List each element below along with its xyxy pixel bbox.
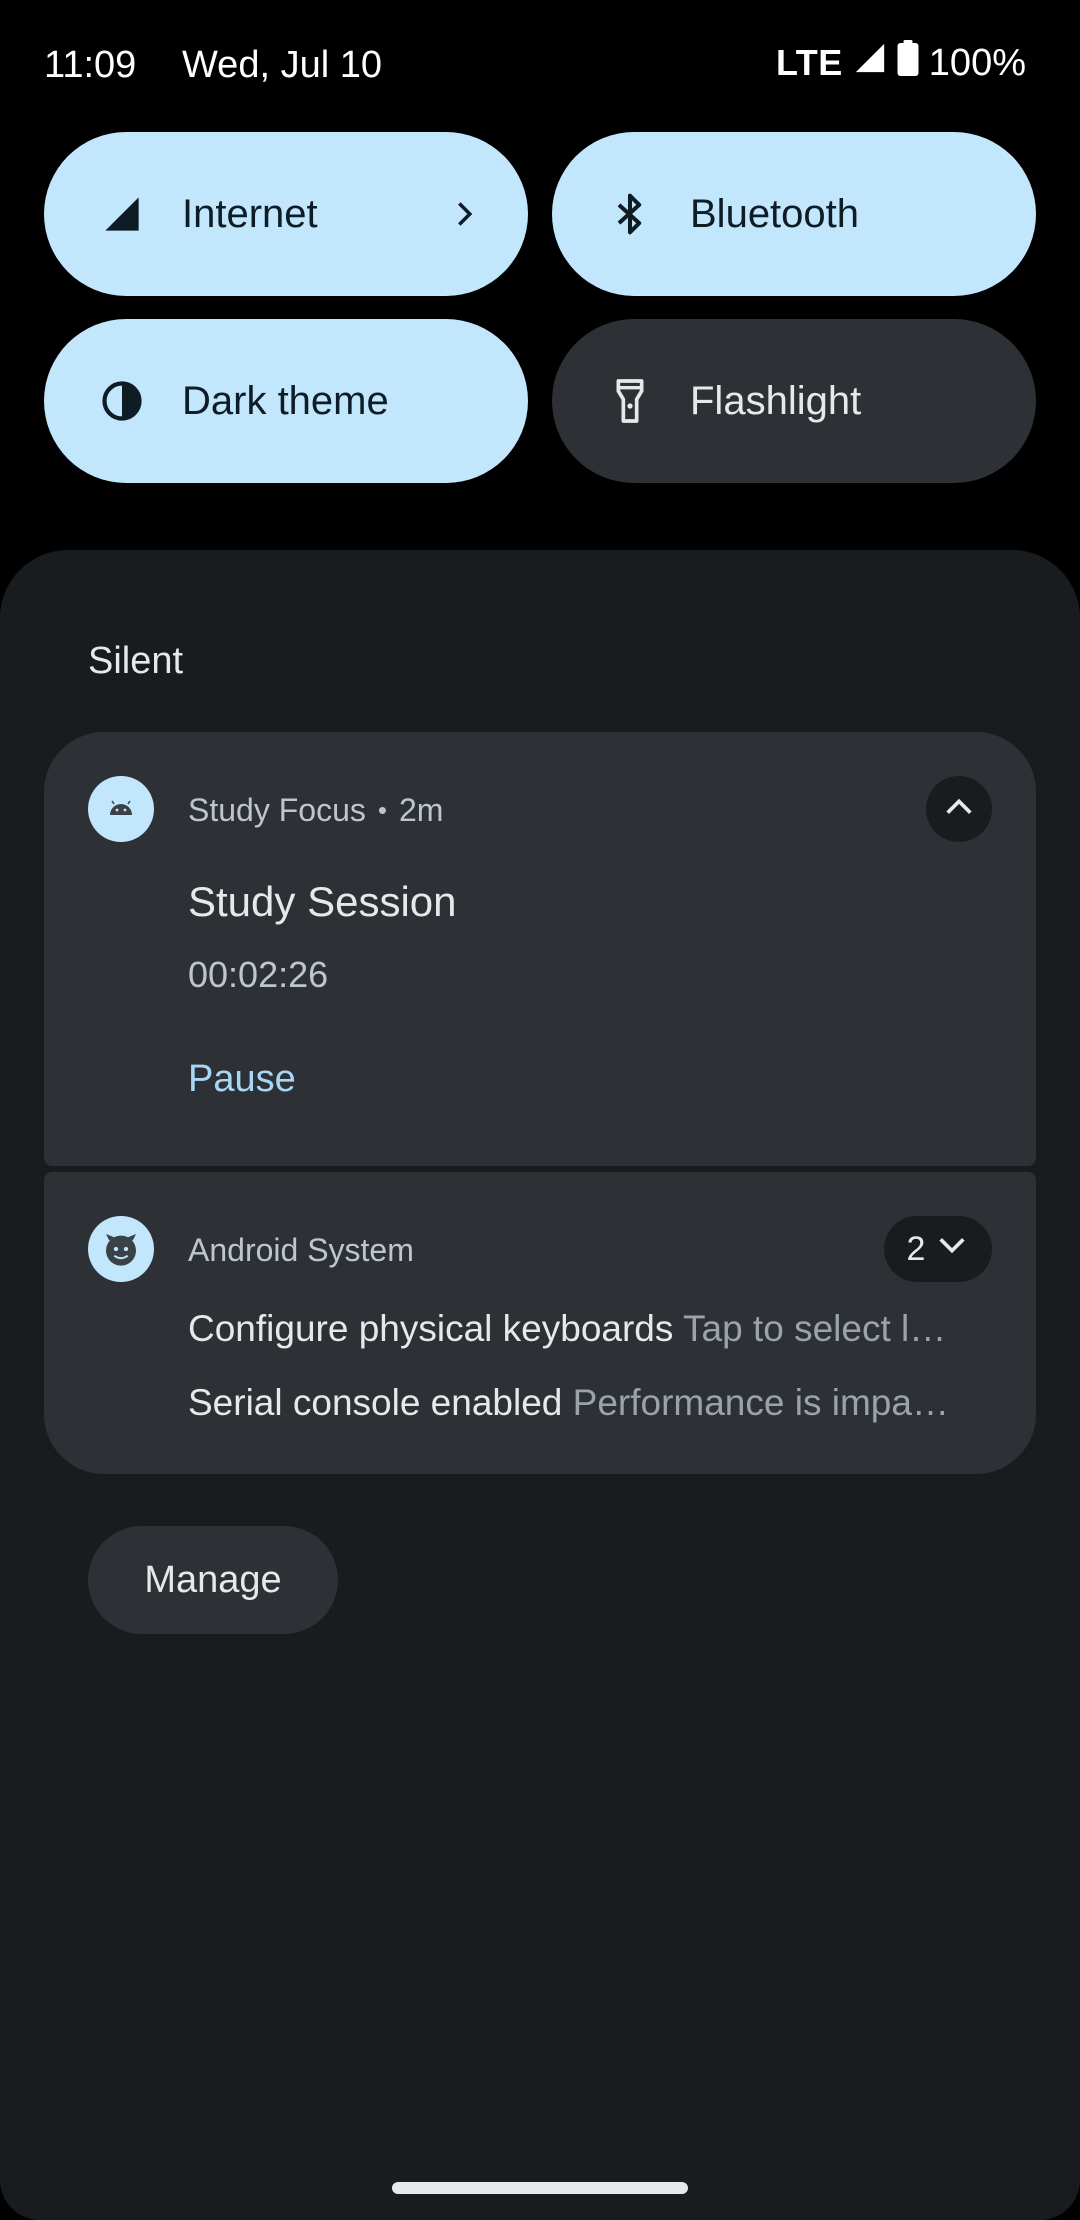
battery-icon [897,40,919,86]
tile-bluetooth[interactable]: Bluetooth [552,132,1036,296]
notification-title: Study Session [188,878,457,925]
separator-dot: • [377,795,387,825]
grouped-notification-row[interactable]: Serial console enabled Performance is im… [188,1382,1018,1424]
bluetooth-icon [604,188,656,240]
status-icons: LTE 100% [776,40,1026,86]
flashlight-icon [604,375,656,427]
tile-label: Internet [182,191,318,236]
pause-button[interactable]: Pause [188,1058,296,1101]
notification-header: Study Focus • 2m [188,792,443,829]
android-icon [88,776,154,842]
clock: 11:09 [44,44,137,86]
battery-percentage: 100% [928,41,1026,84]
expand-group-button[interactable]: 2 [884,1216,992,1282]
cell-signal-icon [853,41,887,85]
tile-internet[interactable]: Internet [44,132,528,296]
row-text: Performance is impa… [572,1382,949,1423]
home-gesture-handle[interactable] [392,2182,688,2194]
row-title: Configure physical keyboards [188,1308,674,1349]
android-system-icon [88,1216,154,1282]
notification-time: 2m [398,792,444,828]
notification-android-system[interactable]: Android System 2 Configure physical keyb… [44,1172,1036,1474]
app-name: Study Focus [188,792,366,828]
chevron-up-icon [942,790,976,829]
notification-panel: Silent Study Focus • 2m Study Session 00… [0,550,1080,2220]
chevron-right-icon [440,190,488,238]
contrast-icon [96,375,148,427]
row-text: Tap to select l… [683,1308,947,1349]
tile-label: Flashlight [690,378,862,423]
network-type: LTE [775,42,843,83]
grouped-notification-row[interactable]: Configure physical keyboards Tap to sele… [188,1308,1018,1350]
date: Wed, Jul 10 [182,44,382,86]
collapse-button[interactable] [926,776,992,842]
tile-label: Bluetooth [690,191,860,236]
signal-icon [96,188,148,240]
notification-study-focus[interactable]: Study Focus • 2m Study Session 00:02:26 … [44,732,1036,1166]
tile-dark-theme[interactable]: Dark theme [44,319,528,483]
timer-text: 00:02:26 [188,954,329,995]
chevron-down-icon [935,1228,969,1271]
tile-label: Dark theme [182,378,389,423]
notification-count: 2 [906,1229,926,1268]
section-header-silent: Silent [88,640,184,682]
notification-shade-screen: 11:09 Wed, Jul 10 LTE 100% Internet Blue… [0,0,1080,2220]
row-title: Serial console enabled [188,1382,563,1423]
notification-header: Android System [188,1232,414,1269]
app-name: Android System [188,1232,414,1268]
status-bar: 11:09 Wed, Jul 10 LTE 100% [0,0,1080,130]
manage-button[interactable]: Manage [88,1526,338,1634]
tile-flashlight[interactable]: Flashlight [552,319,1036,483]
